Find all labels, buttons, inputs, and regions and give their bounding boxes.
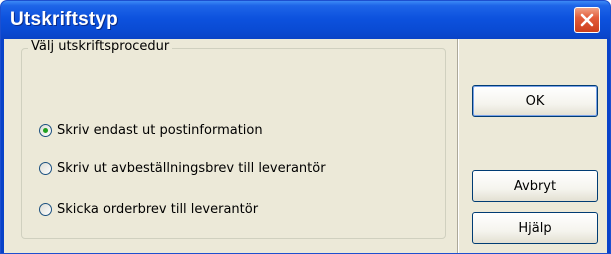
- window-title: Utskriftstyp: [10, 9, 118, 30]
- radio-label: Skriv ut avbeställningsbrev till leveran…: [57, 160, 326, 176]
- dialog-window: Utskriftstyp Välj utskriftsprocedur Skri…: [0, 0, 611, 254]
- radio-label: Skicka orderbrev till leverantör: [57, 201, 259, 217]
- radio-selected-dot: [43, 127, 48, 133]
- title-bar[interactable]: Utskriftstyp: [1, 1, 610, 39]
- help-button[interactable]: Hjälp: [472, 212, 598, 244]
- radio-button[interactable]: [39, 123, 52, 137]
- close-icon: [580, 13, 594, 27]
- group-label: Välj utskriftsprocedur: [28, 39, 173, 54]
- radio-option-postinfo[interactable]: Skriv endast ut postinformation: [39, 121, 263, 139]
- ok-button[interactable]: OK: [472, 85, 598, 117]
- close-button[interactable]: [574, 7, 600, 33]
- radio-button[interactable]: [39, 202, 52, 216]
- cancel-button[interactable]: Avbryt: [472, 170, 598, 202]
- radio-label: Skriv endast ut postinformation: [57, 122, 263, 138]
- radio-option-cancellation-letter[interactable]: Skriv ut avbeställningsbrev till leveran…: [39, 159, 326, 177]
- divider-highlight: [458, 39, 459, 253]
- radio-button[interactable]: [39, 161, 52, 175]
- radio-option-order-letter[interactable]: Skicka orderbrev till leverantör: [39, 200, 258, 218]
